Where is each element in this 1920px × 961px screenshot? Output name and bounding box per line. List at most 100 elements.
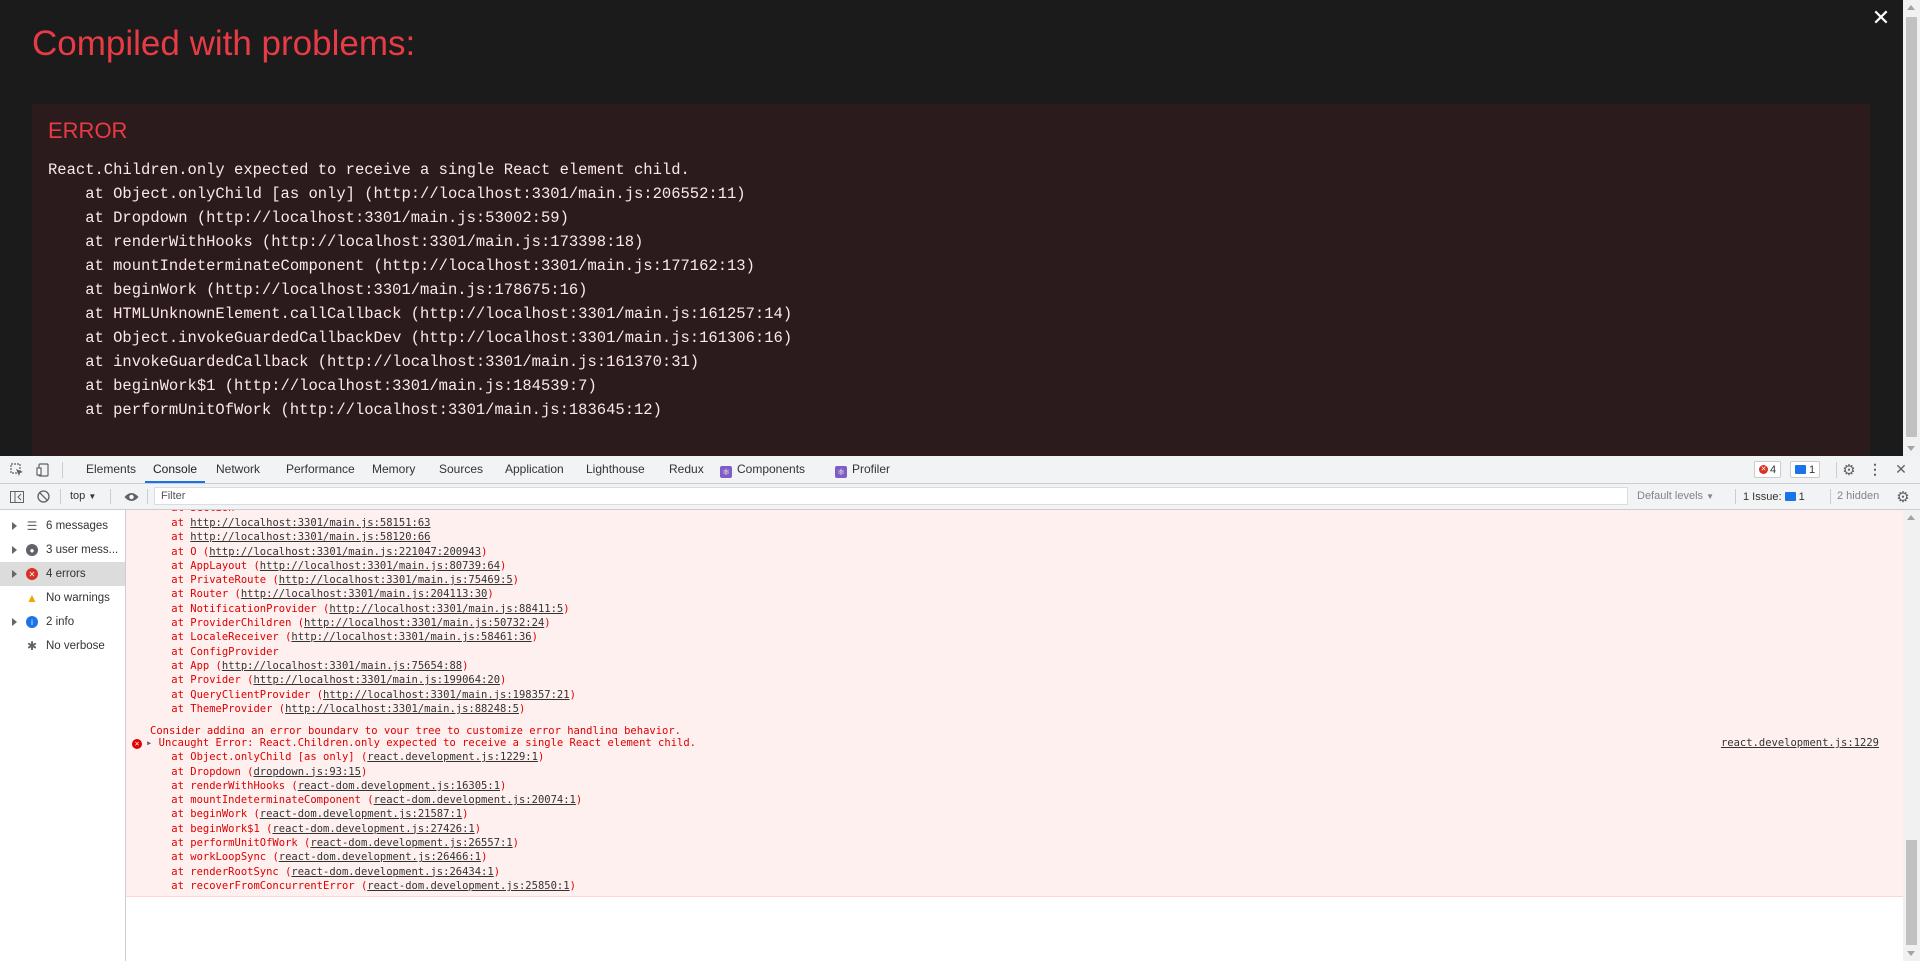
console-line: at http://localhost:3301/main.js:58151:6… <box>126 516 1903 530</box>
stack-frame-link[interactable]: react-dom.development.js:25850:1 <box>367 880 569 892</box>
stack-frame-link[interactable]: http://localhost:3301/main.js:75469:5 <box>279 574 513 586</box>
tab-profiler[interactable]: ⚛ Profiler <box>827 456 898 483</box>
close-devtools-icon[interactable]: ✕ <box>1890 456 1912 483</box>
tab-label: Elements <box>86 462 137 476</box>
stack-frame-link[interactable]: react-dom.development.js:26434:1 <box>291 866 493 878</box>
dropdown-arrow-icon: ▼ <box>1706 492 1715 501</box>
stack-frame-link[interactable]: react-dom.development.js:26466:1 <box>279 851 481 863</box>
stack-frame-link[interactable]: dropdown.js:93:15 <box>253 766 360 778</box>
error-stack-line: at performUnitOfWork (http://localhost:3… <box>48 401 662 419</box>
stack-frame-text: at <box>146 517 191 529</box>
stack-frame-text: at ProviderChildren <box>146 617 298 630</box>
stack-frame-link[interactable]: http://localhost:3301/main.js:204113:30 <box>241 588 488 600</box>
stack-frame-text: at LocaleReceiver <box>146 631 286 644</box>
console-settings-gear-icon[interactable]: ⚙ <box>1892 484 1914 509</box>
stack-frame-link[interactable]: http://localhost:3301/main.js:58120:66 <box>190 531 430 543</box>
settings-gear-icon[interactable]: ⚙ <box>1838 456 1860 483</box>
tab-redux[interactable]: Redux <box>661 456 712 483</box>
stack-frame-link[interactable]: http://localhost:3301/main.js:80739:64 <box>260 560 500 572</box>
console-line: at ProviderChildren (http://localhost:33… <box>146 617 551 630</box>
stack-frame-link[interactable]: react-dom.development.js:27426:1 <box>272 823 474 835</box>
scroll-down-icon[interactable] <box>1907 951 1915 956</box>
more-options-icon[interactable]: ⋮ <box>1864 456 1886 483</box>
tab-network[interactable]: Network <box>208 456 268 483</box>
sidebar-item-verbose[interactable]: ✱ No verbose <box>0 634 125 658</box>
sidebar-item-messages[interactable]: ☰ 6 messages <box>0 514 125 538</box>
tab-components[interactable]: ⚛ Components <box>712 456 813 483</box>
error-box: ERROR React.Children.only expected to re… <box>32 104 1870 456</box>
expand-arrow-icon[interactable] <box>12 522 17 530</box>
sidebar-toggle-icon[interactable] <box>6 484 28 509</box>
message-icon <box>1795 465 1806 474</box>
console-line: at ConfigProvider <box>126 645 1903 659</box>
stack-frame-link[interactable]: http://localhost:3301/main.js:198357:21 <box>323 689 570 701</box>
tab-label: Performance <box>286 462 355 476</box>
console-error-message: ✕ ▸ Uncaught Error: React.Children.only e… <box>126 734 1903 897</box>
expand-arrow-icon[interactable] <box>12 570 17 578</box>
tab-console[interactable]: Console <box>145 456 206 483</box>
tab-memory[interactable]: Memory <box>364 456 423 483</box>
sidebar-item-errors[interactable]: ✕ 4 errors <box>0 562 125 586</box>
filter-input[interactable] <box>154 487 1628 505</box>
react-icon: ⚛ <box>835 466 847 478</box>
scroll-down-icon[interactable] <box>1907 446 1915 451</box>
devtools-tabbar: Elements Console Network Performance Memory S… <box>0 456 1920 484</box>
tab-sources[interactable]: Sources <box>431 456 491 483</box>
close-icon[interactable]: ✕ <box>1870 6 1892 32</box>
overlay-title: Compiled with problems: <box>32 24 416 63</box>
divider <box>60 489 61 504</box>
clear-console-icon[interactable] <box>32 484 54 509</box>
error-label: ERROR <box>48 118 128 143</box>
source-link[interactable]: react.development.js:1229 <box>1721 736 1879 750</box>
eye-icon[interactable] <box>120 484 142 509</box>
uncaught-error-header[interactable]: ✕ ▸ Uncaught Error: React.Children.only e… <box>126 736 1903 750</box>
sidebar-item-info[interactable]: i 2 info <box>0 610 125 634</box>
stack-frame-link[interactable]: react-dom.development.js:21587:1 <box>260 808 462 820</box>
stack-frame-link[interactable]: http://localhost:3301/main.js:58461:36 <box>291 631 531 643</box>
stack-frame-link[interactable]: http://localhost:3301/main.js:88411:5 <box>329 603 563 615</box>
stack-frame-link[interactable]: react-dom.development.js:20074:1 <box>374 794 576 806</box>
stack-frame-text: at Provider <box>146 674 248 687</box>
expand-arrow-icon[interactable] <box>12 618 17 626</box>
tab-elements[interactable]: Elements <box>78 456 144 483</box>
context-selector[interactable]: top ▼ <box>70 484 96 509</box>
stack-frame-link[interactable]: react-dom.development.js:16305:1 <box>298 780 500 792</box>
divider <box>62 462 63 478</box>
stack-frame-link[interactable]: http://localhost:3301/main.js:221047:200… <box>209 546 481 558</box>
sidebar-item-mess[interactable]: ● 3 user mess... <box>0 538 125 562</box>
stack-frame-link[interactable]: react.development.js:1229:1 <box>367 751 538 763</box>
stack-frame-link[interactable]: react-dom.development.js:26557:1 <box>310 837 512 849</box>
scroll-up-icon[interactable] <box>1907 5 1915 10</box>
error-counter[interactable]: ✕ 4 <box>1754 461 1782 478</box>
stack-frame-text: at NotificationProvider <box>146 602 324 615</box>
scrollbar-thumb[interactable] <box>1906 17 1917 437</box>
divider <box>110 489 111 504</box>
console-line: at beginWork$1 (react-dom.development.js… <box>146 822 482 835</box>
tab-application[interactable]: Application <box>497 456 572 483</box>
stack-frame-link[interactable]: http://localhost:3301/main.js:58151:63 <box>190 517 430 529</box>
inspect-element-icon[interactable] <box>6 456 28 483</box>
issues-button[interactable]: 1 Issue: 1 <box>1739 488 1809 505</box>
sidebar-item-warnings[interactable]: ▲ No warnings <box>0 586 125 610</box>
error-stack-line: at renderWithHooks (http://localhost:330… <box>48 233 644 251</box>
scroll-up-icon[interactable] <box>1907 515 1915 520</box>
stack-frame-link[interactable]: http://localhost:3301/main.js:88248:5 <box>285 703 519 715</box>
error-icon: ✕ <box>1759 465 1768 474</box>
expand-arrow-icon[interactable] <box>12 546 17 554</box>
error-stack-line: React.Children.only expected to receive … <box>48 161 690 179</box>
console-toolbar: top ▼ Default levels ▼ 1 Issue: 1 2 hidd… <box>0 484 1920 510</box>
message-counter[interactable]: 1 <box>1790 461 1821 478</box>
stack-frame-link[interactable]: http://localhost:3301/main.js:50732:24 <box>304 617 544 629</box>
expand-arrow-icon[interactable]: ▸ <box>146 737 159 749</box>
tab-lighthouse[interactable]: Lighthouse <box>578 456 653 483</box>
scrollbar-thumb[interactable] <box>1906 840 1917 945</box>
log-levels-dropdown[interactable]: Default levels ▼ <box>1637 484 1714 509</box>
overlay-scrollbar[interactable] <box>1903 0 1920 456</box>
stack-frame-link[interactable]: http://localhost:3301/main.js:75654:88 <box>222 660 462 672</box>
tab-performance[interactable]: Performance <box>278 456 363 483</box>
device-toolbar-icon[interactable] <box>32 456 54 483</box>
console-scrollbar[interactable] <box>1903 510 1920 961</box>
stack-frame-link[interactable]: http://localhost:3301/main.js:199064:20 <box>253 674 500 686</box>
